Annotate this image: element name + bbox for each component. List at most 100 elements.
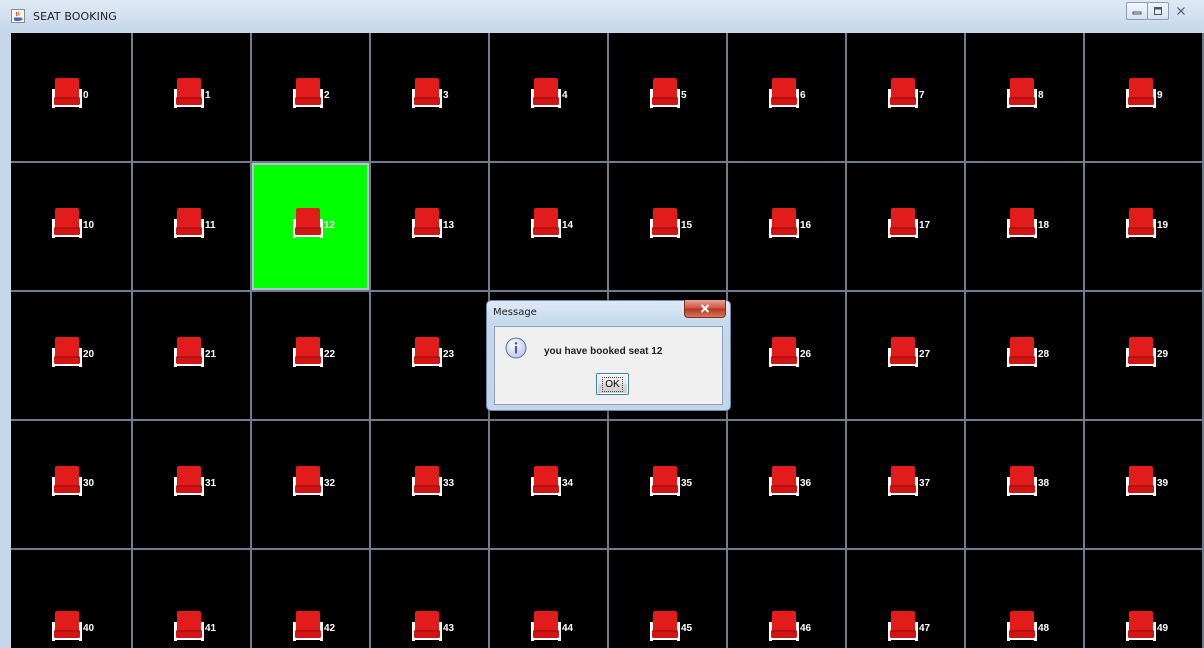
seat-button-11[interactable]: 11	[133, 163, 250, 290]
seat-button-15[interactable]: 15	[609, 163, 726, 290]
seat-button-17[interactable]: 17	[847, 163, 964, 290]
seat-button-46[interactable]: 46	[728, 550, 845, 648]
seat-button-35[interactable]: 35	[609, 421, 726, 548]
seat-button-49[interactable]: 49	[1085, 550, 1202, 648]
seat-icon	[1126, 611, 1156, 641]
seat-icon	[1126, 466, 1156, 496]
seat-button-43[interactable]: 43	[371, 550, 488, 648]
ok-button[interactable]: OK	[596, 373, 629, 395]
seat-button-42[interactable]: 42	[252, 550, 369, 648]
seat-button-44[interactable]: 44	[490, 550, 607, 648]
seat-button-8[interactable]: 8	[966, 33, 1083, 161]
window-title: SEAT BOOKING	[33, 10, 117, 23]
seat-button-3[interactable]: 3	[371, 33, 488, 161]
seat-icon	[888, 466, 918, 496]
minimize-button[interactable]	[1126, 2, 1148, 20]
seat-icon	[174, 337, 204, 367]
seat-button-39[interactable]: 39	[1085, 421, 1202, 548]
seat-button-6[interactable]: 6	[728, 33, 845, 161]
seat-button-40[interactable]: 40	[11, 550, 131, 648]
seat-button-22[interactable]: 22	[252, 292, 369, 419]
seat-icon	[769, 78, 799, 108]
seat-button-9[interactable]: 9	[1085, 33, 1202, 161]
dialog-message: you have booked seat 12	[544, 346, 663, 357]
seat-button-38[interactable]: 38	[966, 421, 1083, 548]
seat-button-32[interactable]: 32	[252, 421, 369, 548]
seat-icon	[650, 78, 680, 108]
seat-number-label: 35	[681, 478, 693, 489]
close-icon	[700, 304, 710, 313]
seat-icon	[888, 78, 918, 108]
close-button[interactable]	[1168, 2, 1194, 20]
seat-icon	[293, 611, 323, 641]
seat-button-12[interactable]: 12	[252, 163, 369, 290]
seat-number-label: 9	[1157, 90, 1163, 101]
maximize-button[interactable]	[1147, 2, 1169, 20]
seat-number-label: 5	[681, 90, 687, 101]
seat-icon	[888, 611, 918, 641]
window-controls	[1126, 2, 1194, 20]
seat-button-5[interactable]: 5	[609, 33, 726, 161]
seat-button-10[interactable]: 10	[11, 163, 131, 290]
seat-number-label: 46	[800, 623, 812, 634]
seat-icon	[531, 611, 561, 641]
seat-button-7[interactable]: 7	[847, 33, 964, 161]
dialog-close-button[interactable]	[684, 300, 726, 318]
seat-icon	[1007, 466, 1037, 496]
seat-button-34[interactable]: 34	[490, 421, 607, 548]
dialog-body: you have booked seat 12 OK	[494, 326, 723, 405]
ok-button-label: OK	[602, 376, 623, 392]
seat-button-2[interactable]: 2	[252, 33, 369, 161]
seat-number-label: 18	[1038, 220, 1050, 231]
seat-button-45[interactable]: 45	[609, 550, 726, 648]
seat-icon	[1007, 337, 1037, 367]
seat-number-label: 15	[681, 220, 693, 231]
seat-number-label: 26	[800, 349, 812, 360]
seat-number-label: 6	[800, 90, 806, 101]
seat-button-33[interactable]: 33	[371, 421, 488, 548]
seat-number-label: 10	[83, 220, 95, 231]
seat-number-label: 38	[1038, 478, 1050, 489]
seat-icon	[769, 611, 799, 641]
seat-button-48[interactable]: 48	[966, 550, 1083, 648]
seat-button-20[interactable]: 20	[11, 292, 131, 419]
seat-button-23[interactable]: 23	[371, 292, 488, 419]
seat-button-41[interactable]: 41	[133, 550, 250, 648]
java-app-icon	[11, 9, 25, 23]
seat-button-30[interactable]: 30	[11, 421, 131, 548]
seat-button-37[interactable]: 37	[847, 421, 964, 548]
seat-number-label: 33	[443, 478, 455, 489]
seat-number-label: 37	[919, 478, 931, 489]
seat-number-label: 49	[1157, 623, 1169, 634]
seat-button-27[interactable]: 27	[847, 292, 964, 419]
dialog-title: Message	[493, 307, 537, 318]
seat-button-1[interactable]: 1	[133, 33, 250, 161]
seat-icon	[1126, 78, 1156, 108]
seat-button-47[interactable]: 47	[847, 550, 964, 648]
seat-icon	[174, 78, 204, 108]
seat-icon	[293, 78, 323, 108]
seat-button-13[interactable]: 13	[371, 163, 488, 290]
seat-button-36[interactable]: 36	[728, 421, 845, 548]
seat-button-0[interactable]: 0	[11, 33, 131, 161]
message-dialog: Message you have booked seat 12 OK	[486, 300, 731, 411]
seat-button-4[interactable]: 4	[490, 33, 607, 161]
seat-button-19[interactable]: 19	[1085, 163, 1202, 290]
maximize-icon	[1154, 7, 1162, 15]
seat-icon	[52, 78, 82, 108]
seat-button-21[interactable]: 21	[133, 292, 250, 419]
title-bar[interactable]: SEAT BOOKING	[0, 0, 1204, 32]
seat-button-31[interactable]: 31	[133, 421, 250, 548]
seat-button-29[interactable]: 29	[1085, 292, 1202, 419]
seat-icon	[412, 337, 442, 367]
seat-number-label: 31	[205, 478, 217, 489]
seat-icon	[52, 466, 82, 496]
seat-button-18[interactable]: 18	[966, 163, 1083, 290]
seat-button-14[interactable]: 14	[490, 163, 607, 290]
seat-number-label: 27	[919, 349, 931, 360]
seat-number-label: 23	[443, 349, 455, 360]
seat-button-16[interactable]: 16	[728, 163, 845, 290]
seat-icon	[650, 208, 680, 238]
seat-button-26[interactable]: 26	[728, 292, 845, 419]
seat-button-28[interactable]: 28	[966, 292, 1083, 419]
